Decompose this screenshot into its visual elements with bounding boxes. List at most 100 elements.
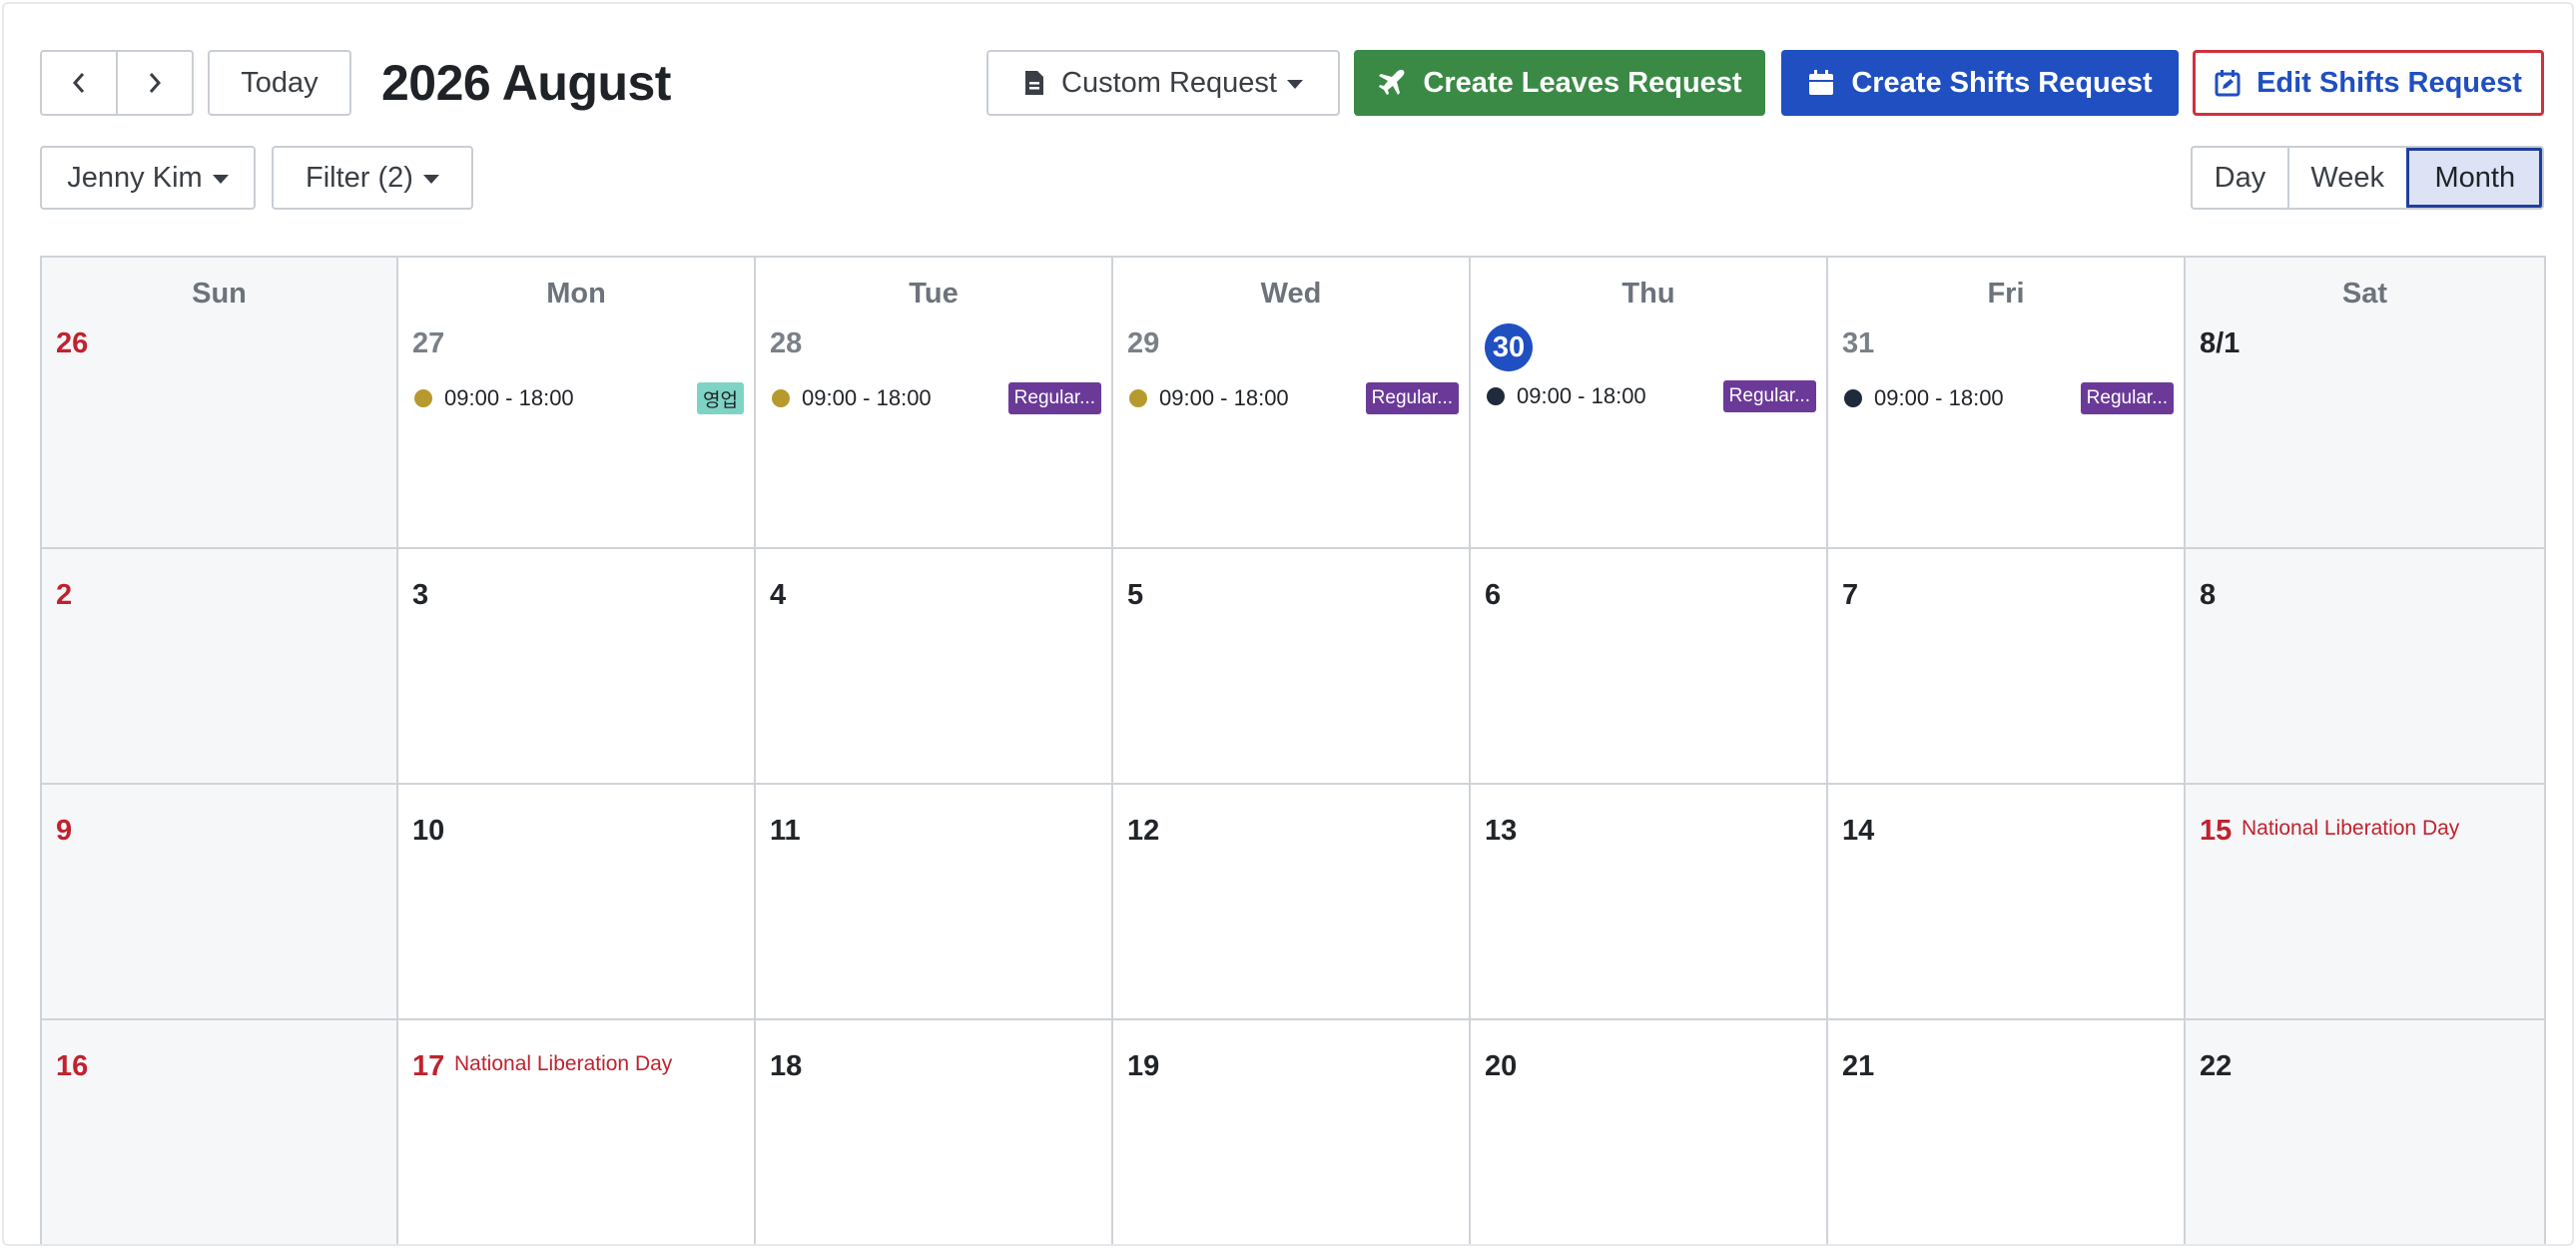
day-cell[interactable]: 12 (1113, 785, 1471, 1020)
date-number: 8/1 (2200, 327, 2241, 359)
create-leaves-label: Create Leaves Request (1423, 66, 1742, 99)
page-title: 2026 August (381, 55, 671, 111)
day-cell[interactable]: 6 (1471, 549, 1828, 785)
weekday-header: Fri (1987, 278, 2025, 310)
date-number: 15 (2200, 815, 2233, 847)
day-cell[interactable]: Sun 26 (42, 258, 398, 549)
day-cell[interactable]: 9 (42, 785, 398, 1020)
event-tag: 영업 (697, 382, 744, 414)
date-number: 10 (412, 815, 445, 847)
create-shifts-request-button[interactable]: Create Shifts Request (1781, 50, 2179, 116)
month-calendar: Sun 26 Mon 27 09:00 - 18:00 영업 Tue 28 09:00 - 18… (40, 256, 2546, 1244)
caret-down-icon (1287, 80, 1303, 89)
caret-down-icon (422, 175, 439, 184)
event-time: 09:00 - 18:00 (1159, 385, 1289, 410)
shift-event[interactable]: 09:00 - 18:00 Regular... (1844, 381, 2174, 415)
view-switcher: Day Week Month (2191, 146, 2544, 210)
day-cell[interactable]: 10 (398, 785, 756, 1020)
prev-next-group (40, 50, 194, 116)
user-select[interactable]: Jenny Kim (40, 146, 256, 210)
view-week-button[interactable]: Week (2286, 148, 2406, 208)
date-number: 13 (1485, 815, 1518, 847)
event-dot-icon (1844, 389, 1862, 407)
day-cell[interactable]: Wed 29 09:00 - 18:00 Regular... (1113, 258, 1471, 549)
event-time: 09:00 - 18:00 (444, 385, 574, 410)
date-number: 31 (1842, 327, 1875, 359)
day-cell[interactable]: Fri 31 09:00 - 18:00 Regular... (1828, 258, 2186, 549)
event-tag: Regular... (1007, 382, 1101, 414)
day-cell[interactable]: 2 (42, 549, 398, 785)
calendar-app: Today 2026 August Custom Request Create … (2, 2, 2574, 1246)
shift-event[interactable]: 09:00 - 18:00 영업 (414, 381, 744, 415)
day-cell[interactable]: 17 National Liberation Day (398, 1020, 756, 1244)
event-tag: Regular... (2080, 382, 2174, 414)
day-cell[interactable]: 13 (1471, 785, 1828, 1020)
next-button[interactable] (116, 52, 192, 114)
weekday-header: Tue (909, 278, 959, 310)
view-month-button[interactable]: Month (2405, 148, 2542, 208)
date-number: 3 (412, 579, 429, 611)
holiday-label: National Liberation Day (454, 1052, 673, 1075)
weekday-header: Mon (546, 278, 606, 310)
edit-shifts-request-button[interactable]: Edit Shifts Request (2193, 50, 2544, 116)
shift-event[interactable]: 09:00 - 18:00 Regular... (772, 381, 1101, 415)
date-number: 18 (770, 1050, 803, 1082)
view-day-button[interactable]: Day (2193, 148, 2287, 208)
today-button[interactable]: Today (208, 50, 351, 116)
shift-event[interactable]: 09:00 - 18:00 Regular... (1487, 379, 1816, 413)
day-cell[interactable]: Tue 28 09:00 - 18:00 Regular... (756, 258, 1113, 549)
filter-select[interactable]: Filter (2) (272, 146, 473, 210)
date-number: 12 (1127, 815, 1160, 847)
day-cell[interactable]: 22 (2186, 1020, 2544, 1244)
day-cell[interactable]: 18 (756, 1020, 1113, 1244)
chevron-left-icon (72, 73, 85, 93)
event-tag: Regular... (1365, 382, 1459, 414)
airplane-icon (1377, 68, 1407, 98)
calendar-icon (1807, 69, 1835, 97)
date-number: 14 (1842, 815, 1875, 847)
chevron-right-icon (149, 73, 162, 93)
date-number: 16 (56, 1050, 89, 1082)
day-cell[interactable]: Mon 27 09:00 - 18:00 영업 (398, 258, 756, 549)
date-number: 20 (1485, 1050, 1518, 1082)
weekday-header: Sat (2341, 278, 2388, 310)
date-number: 26 (56, 327, 89, 359)
calendar-grid: Sun 26 Mon 27 09:00 - 18:00 영업 Tue 28 09:00 - 18… (42, 258, 2544, 1244)
day-cell[interactable]: 19 (1113, 1020, 1471, 1244)
day-cell[interactable]: 16 (42, 1020, 398, 1244)
date-number: 2 (56, 579, 73, 611)
day-cell[interactable]: 4 (756, 549, 1113, 785)
shift-event[interactable]: 09:00 - 18:00 Regular... (1129, 381, 1459, 415)
day-cell[interactable]: 20 (1471, 1020, 1828, 1244)
day-cell[interactable]: 7 (1828, 549, 2186, 785)
date-number: 9 (56, 815, 73, 847)
custom-request-label: Custom Request (1061, 66, 1277, 99)
date-number: 17 (412, 1050, 445, 1082)
day-cell[interactable]: 8 (2186, 549, 2544, 785)
day-cell[interactable]: Thu 30 09:00 - 18:00 Regular... (1471, 258, 1828, 549)
user-select-label: Jenny Kim (67, 161, 203, 194)
weekday-header: Sun (192, 278, 247, 310)
event-time: 09:00 - 18:00 (1874, 385, 2004, 410)
day-cell[interactable]: 14 (1828, 785, 2186, 1020)
day-cell[interactable]: 5 (1113, 549, 1471, 785)
create-shifts-label: Create Shifts Request (1851, 66, 2153, 99)
date-number: 22 (2200, 1050, 2233, 1082)
day-cell[interactable]: 3 (398, 549, 756, 785)
event-time: 09:00 - 18:00 (802, 385, 932, 410)
date-number: 6 (1485, 579, 1502, 611)
event-dot-icon (772, 389, 790, 407)
date-number: 27 (412, 327, 445, 359)
date-number: 28 (770, 327, 803, 359)
custom-request-button[interactable]: Custom Request (986, 50, 1340, 116)
day-cell[interactable]: 15 National Liberation Day (2186, 785, 2544, 1020)
day-cell[interactable]: 21 (1828, 1020, 2186, 1244)
date-number: 21 (1842, 1050, 1875, 1082)
day-cell[interactable]: Sat 8/1 (2186, 258, 2544, 549)
edit-shifts-label: Edit Shifts Request (2256, 66, 2522, 99)
day-cell[interactable]: 11 (756, 785, 1113, 1020)
date-number: 11 (770, 815, 801, 847)
prev-button[interactable] (42, 52, 116, 114)
date-number: 29 (1127, 327, 1160, 359)
create-leaves-request-button[interactable]: Create Leaves Request (1354, 50, 1765, 116)
